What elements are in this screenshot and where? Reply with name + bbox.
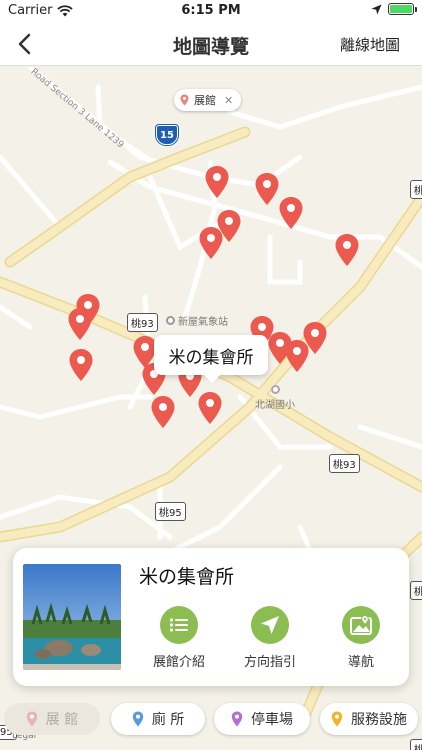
directions-button[interactable]: 方向指引 <box>230 606 310 670</box>
map-pin-icon[interactable] <box>254 172 280 206</box>
road-shield: 桃93 <box>329 454 360 473</box>
venue-actions: 展館介紹 方向指引 導航 <box>139 606 401 670</box>
road-shield: 桃 <box>410 739 422 750</box>
offline-map-button[interactable]: 離線地圖 <box>340 34 400 55</box>
category-filter-bar: 展 館 廁 所 停車場 服務設施 <box>0 703 422 737</box>
category-services-button[interactable]: 服務設施 <box>320 703 418 735</box>
venue-intro-button[interactable]: 展館介紹 <box>139 606 219 670</box>
category-label: 廁 所 <box>151 712 185 728</box>
battery-icon <box>388 3 417 15</box>
category-label: 停車場 <box>251 712 293 728</box>
back-button[interactable] <box>10 30 38 58</box>
map-pin-icon <box>331 711 343 727</box>
direction-arrow-icon <box>261 616 279 634</box>
status-time: 6:15 PM <box>181 3 241 18</box>
map-pin-icon[interactable] <box>284 339 310 373</box>
road-shield: 桃 <box>410 180 422 199</box>
filter-chip-label: 展館 <box>194 94 216 107</box>
venue-photo <box>23 564 121 670</box>
status-bar: Carrier 6:15 PM <box>0 0 422 22</box>
active-filter-chip[interactable]: 展館 ✕ <box>174 89 242 111</box>
map-pin-icon[interactable] <box>204 165 230 199</box>
road-shield: 桃93 <box>127 313 158 332</box>
map-pin-icon <box>26 711 37 727</box>
map-pin-icon[interactable] <box>334 233 360 267</box>
map-pin-icon[interactable] <box>150 395 176 429</box>
map-pin-icon <box>231 711 243 727</box>
highway-shield: 15 <box>156 125 178 145</box>
map-pin-icon <box>350 615 372 635</box>
list-icon <box>169 618 188 632</box>
map-pin-icon[interactable] <box>68 348 94 382</box>
navigate-button[interactable]: 導航 <box>321 606 401 670</box>
venue-info-card: 米の集會所 展館介紹 方向指引 導航 <box>13 548 409 686</box>
category-label: 展 館 <box>45 712 79 728</box>
venue-title: 米の集會所 <box>139 566 235 588</box>
chevron-left-icon <box>18 33 31 55</box>
map-pin-icon <box>180 94 189 106</box>
selected-pin-callout[interactable]: 米の集會所 <box>154 335 268 383</box>
action-label: 展館介紹 <box>152 655 205 670</box>
category-toilet-button[interactable]: 廁 所 <box>111 703 205 735</box>
category-label: 服務設施 <box>351 712 407 728</box>
location-arrow-icon <box>371 4 382 14</box>
poi-weather-station: 新屋氣象站 <box>166 313 228 328</box>
map-pin-icon <box>132 711 143 727</box>
nav-bar: 地圖導覽 離線地圖 <box>0 22 422 66</box>
action-label: 導航 <box>347 655 374 670</box>
poi-school: 北湖國小 <box>255 385 295 411</box>
map-pin-icon[interactable] <box>67 307 93 341</box>
map-pin-icon[interactable] <box>197 391 223 425</box>
category-parking-button[interactable]: 停車場 <box>214 703 310 735</box>
action-label: 方向指引 <box>243 655 296 670</box>
category-exhibition-button[interactable]: 展 館 <box>4 703 100 735</box>
map-pin-icon[interactable] <box>198 226 224 260</box>
road-shield: 桃 <box>410 581 422 600</box>
road-shield: 桃95 <box>155 502 186 521</box>
map-pin-icon[interactable] <box>278 196 304 230</box>
close-icon[interactable]: ✕ <box>224 94 233 107</box>
